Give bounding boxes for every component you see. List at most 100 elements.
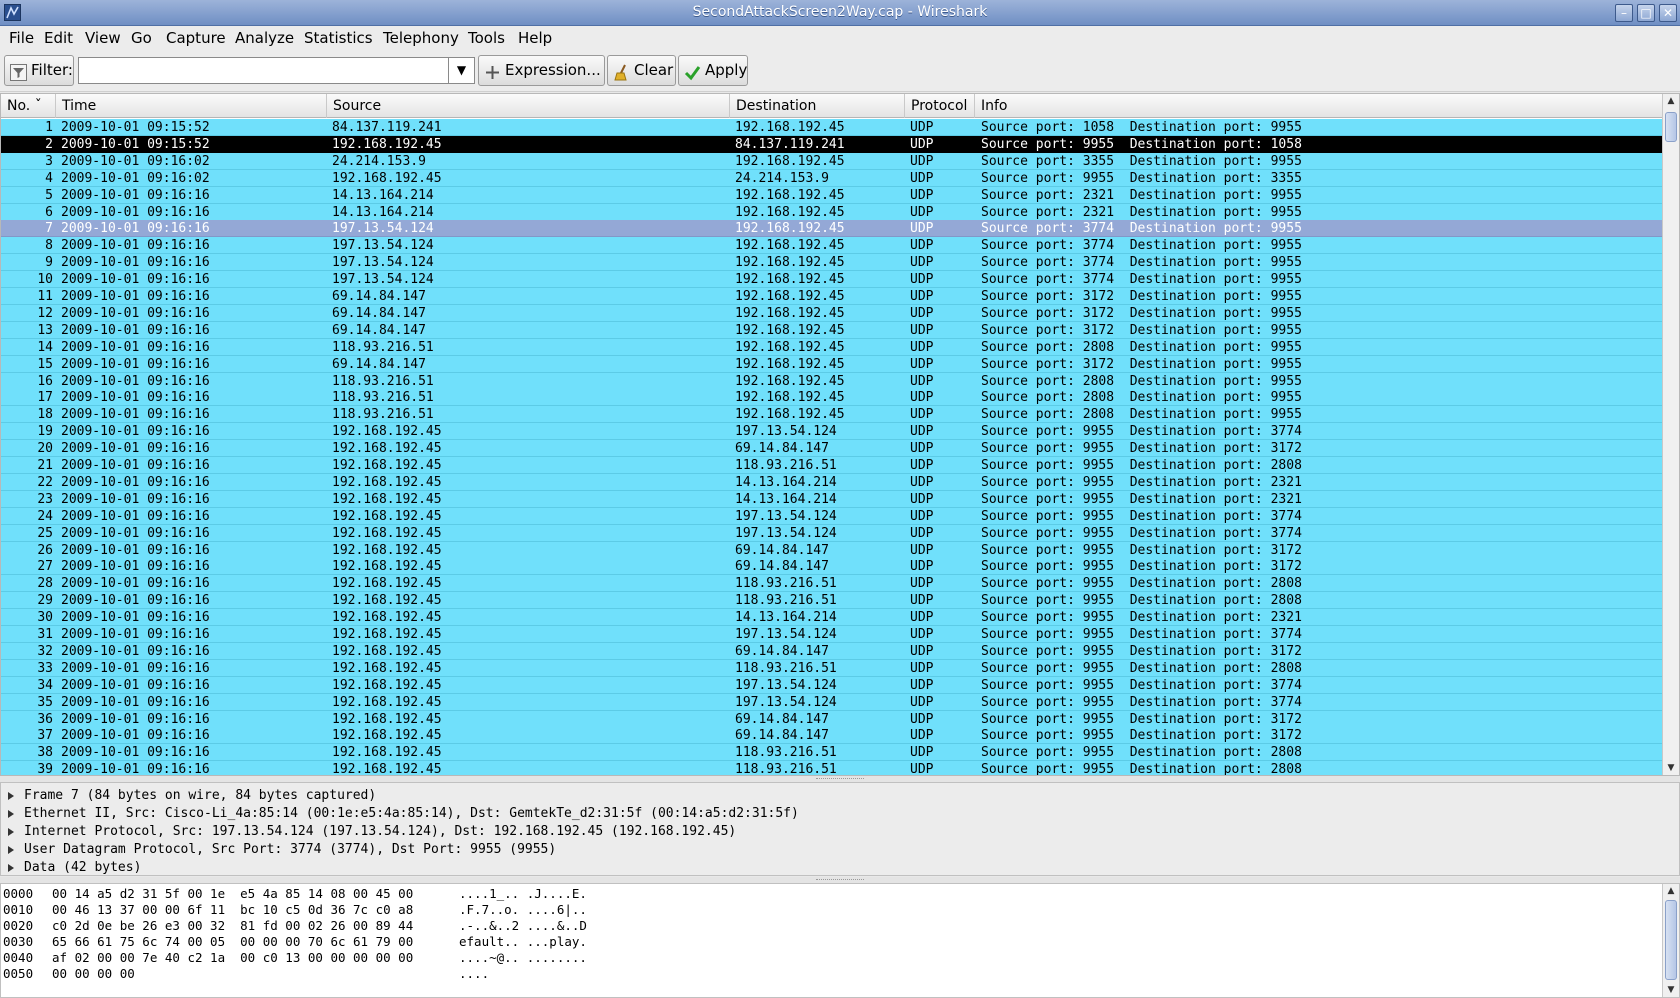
packet-details-pane: Frame 7 (84 bytes on wire, 84 bytes capt… [0,782,1680,876]
detail-tree-item[interactable]: Data (42 bytes) [1,859,1680,877]
packet-time-cell: 2009-10-01 09:16:16 [61,508,210,524]
packet-row[interactable]: 33 2009-10-01 09:16:16 192.168.192.45 118.9… [1,659,1663,677]
minimize-button[interactable]: – [1615,4,1633,22]
packet-row[interactable]: 37 2009-10-01 09:16:16 192.168.192.45 69.14… [1,727,1663,745]
filter-input[interactable] [78,57,449,84]
packet-row[interactable]: 10 2009-10-01 09:16:16 197.13.54.124 192.16… [1,271,1663,289]
detail-tree-item[interactable]: Ethernet II, Src: Cisco-Li_4a:85:14 (00:… [1,805,1680,823]
menu-go[interactable]: Go [131,29,152,47]
column-header-protocol[interactable]: Protocol [905,94,975,118]
packet-row[interactable]: 39 2009-10-01 09:16:16 192.168.192.45 118.9… [1,761,1663,775]
apply-button[interactable]: Apply [678,55,748,86]
column-header-info[interactable]: Info [975,94,1663,118]
menu-file[interactable]: File [9,29,34,47]
menu-view[interactable]: View [85,29,121,47]
menu-analyze[interactable]: Analyze [235,29,294,47]
plus-icon [484,62,501,79]
packet-row[interactable]: 29 2009-10-01 09:16:16 192.168.192.45 118.9… [1,592,1663,610]
packet-source-cell: 192.168.192.45 [332,711,442,727]
detail-tree-item[interactable]: Frame 7 (84 bytes on wire, 84 bytes capt… [1,787,1680,805]
packet-row[interactable]: 8 2009-10-01 09:16:16 197.13.54.124 192.168… [1,237,1663,255]
packet-row[interactable]: 7 2009-10-01 09:16:16 197.13.54.124 192.168… [1,220,1663,238]
packet-row[interactable]: 28 2009-10-01 09:16:16 192.168.192.45 118.9… [1,575,1663,593]
packet-destination-cell: 192.168.192.45 [735,356,845,372]
packet-info-cell: Source port: 3774 Destination port: 9955 [981,255,1302,271]
column-header-destination[interactable]: Destination [730,94,905,118]
filter-button[interactable]: Filter: [4,55,74,86]
bytes-scroll-down-arrow-icon[interactable]: ▼ [1663,983,1679,997]
scroll-up-arrow-icon[interactable]: ▲ [1663,94,1679,108]
packet-row[interactable]: 32 2009-10-01 09:16:16 192.168.192.45 69.14… [1,642,1663,660]
packet-no-cell: 28 [37,576,53,592]
close-button[interactable]: ✕ [1659,4,1677,22]
packet-no-cell: 10 [37,272,53,288]
maximize-button[interactable]: □ [1637,4,1655,22]
packet-row[interactable]: 14 2009-10-01 09:16:16 118.93.216.51 192.16… [1,338,1663,356]
packet-destination-cell: 192.168.192.45 [735,120,845,135]
packet-row[interactable]: 27 2009-10-01 09:16:16 192.168.192.45 69.14… [1,558,1663,576]
packet-row[interactable]: 2 2009-10-01 09:15:52 192.168.192.45 84.137… [1,135,1663,153]
packet-row[interactable]: 35 2009-10-01 09:16:16 192.168.192.45 197.1… [1,693,1663,711]
expand-triangle-icon[interactable] [8,864,14,872]
packet-no-cell: 37 [37,728,53,744]
packet-row[interactable]: 17 2009-10-01 09:16:16 118.93.216.51 192.16… [1,389,1663,407]
expand-triangle-icon[interactable] [8,828,14,836]
packet-source-cell: 14.13.164.214 [332,187,434,203]
packet-row[interactable]: 18 2009-10-01 09:16:16 118.93.216.51 192.16… [1,406,1663,424]
packet-row[interactable]: 5 2009-10-01 09:16:16 14.13.164.214 192.168… [1,186,1663,204]
packet-row[interactable]: 1 2009-10-01 09:15:52 84.137.119.241 192.16… [1,119,1663,136]
detail-tree-item[interactable]: User Datagram Protocol, Src Port: 3774 (… [1,841,1680,859]
packet-row[interactable]: 15 2009-10-01 09:16:16 69.14.84.147 192.168… [1,355,1663,373]
packet-destination-cell: 197.13.54.124 [735,627,837,642]
column-header-source[interactable]: Source [327,94,730,118]
menu-help[interactable]: Help [518,29,552,47]
packet-row[interactable]: 19 2009-10-01 09:16:16 192.168.192.45 197.1… [1,423,1663,441]
packet-row[interactable]: 38 2009-10-01 09:16:16 192.168.192.45 118.9… [1,744,1663,762]
clear-button[interactable]: Clear [607,55,676,86]
bytes-scroll-thumb[interactable] [1665,900,1677,980]
packet-info-cell: Source port: 9955 Destination port: 2808 [981,576,1302,592]
packet-row[interactable]: 24 2009-10-01 09:16:16 192.168.192.45 197.1… [1,507,1663,525]
packet-row[interactable]: 26 2009-10-01 09:16:16 192.168.192.45 69.14… [1,541,1663,559]
packet-row[interactable]: 13 2009-10-01 09:16:16 69.14.84.147 192.168… [1,321,1663,339]
bytes-scroll-up-arrow-icon[interactable]: ▲ [1663,884,1679,898]
packet-row[interactable]: 3 2009-10-01 09:16:02 24.214.153.9 192.168.… [1,152,1663,170]
packet-info-cell: Source port: 2808 Destination port: 9955 [981,390,1302,406]
packet-row[interactable]: 23 2009-10-01 09:16:16 192.168.192.45 14.13… [1,490,1663,508]
packet-row[interactable]: 20 2009-10-01 09:16:16 192.168.192.45 69.14… [1,440,1663,458]
column-header-time[interactable]: Time [56,94,327,118]
menu-tools[interactable]: Tools [468,29,505,47]
packet-source-cell: 69.14.84.147 [332,305,426,321]
bytes-scrollbar[interactable]: ▲ ▼ [1662,884,1679,997]
packet-row[interactable]: 11 2009-10-01 09:16:16 69.14.84.147 192.168… [1,288,1663,305]
packet-row[interactable]: 4 2009-10-01 09:16:02 192.168.192.45 24.214… [1,169,1663,187]
packet-source-cell: 118.93.216.51 [332,407,434,423]
packet-list-scrollbar[interactable]: ▲ ▼ [1662,94,1679,775]
packet-row[interactable]: 6 2009-10-01 09:16:16 14.13.164.214 192.168… [1,203,1663,221]
packet-row[interactable]: 22 2009-10-01 09:16:16 192.168.192.45 14.13… [1,473,1663,491]
expand-triangle-icon[interactable] [8,810,14,818]
filter-dropdown-button[interactable]: ▼ [449,57,475,84]
expression-button[interactable]: Expression... [478,55,605,86]
packet-row[interactable]: 21 2009-10-01 09:16:16 192.168.192.45 118.9… [1,457,1663,474]
packet-list-scroll-thumb[interactable] [1665,112,1677,142]
packet-row[interactable]: 25 2009-10-01 09:16:16 192.168.192.45 197.1… [1,524,1663,542]
packet-row[interactable]: 36 2009-10-01 09:16:16 192.168.192.45 69.14… [1,710,1663,728]
packet-row[interactable]: 9 2009-10-01 09:16:16 197.13.54.124 192.168… [1,254,1663,272]
packet-destination-cell: 118.93.216.51 [735,576,837,592]
expand-triangle-icon[interactable] [8,792,14,800]
menu-telephony[interactable]: Telephony [383,29,459,47]
detail-tree-item[interactable]: Internet Protocol, Src: 197.13.54.124 (1… [1,823,1680,841]
packet-row[interactable]: 12 2009-10-01 09:16:16 69.14.84.147 192.168… [1,304,1663,322]
menu-edit[interactable]: Edit [44,29,73,47]
menu-capture[interactable]: Capture [166,29,226,47]
packet-row[interactable]: 16 2009-10-01 09:16:16 118.93.216.51 192.16… [1,372,1663,390]
packet-row[interactable]: 30 2009-10-01 09:16:16 192.168.192.45 14.13… [1,609,1663,627]
packet-row[interactable]: 31 2009-10-01 09:16:16 192.168.192.45 197.1… [1,626,1663,643]
packet-info-cell: Source port: 9955 Destination port: 3355 [981,170,1302,186]
menu-statistics[interactable]: Statistics [304,29,373,47]
packet-row[interactable]: 34 2009-10-01 09:16:16 192.168.192.45 197.1… [1,676,1663,694]
scroll-down-arrow-icon[interactable]: ▼ [1663,761,1679,775]
expand-triangle-icon[interactable] [8,846,14,854]
column-header-no[interactable]: No. ˇ [1,94,56,118]
